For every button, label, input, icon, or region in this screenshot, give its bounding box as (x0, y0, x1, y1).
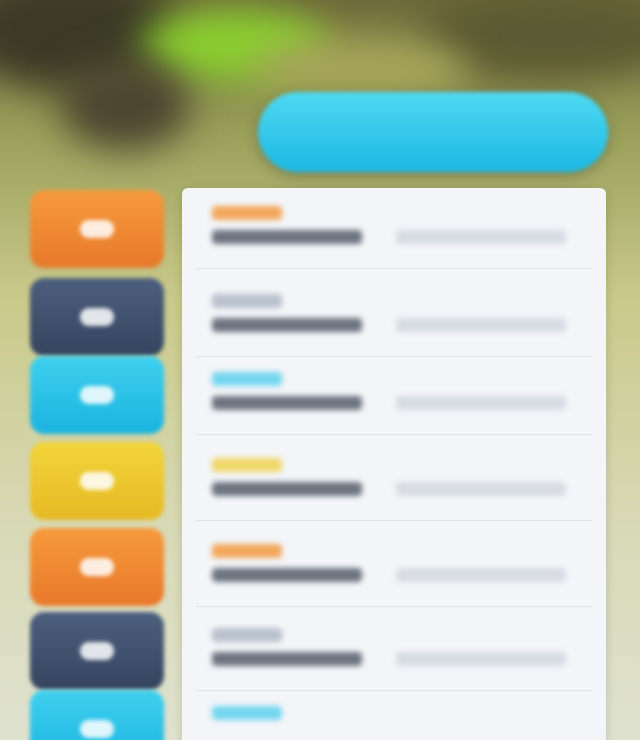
category-tile[interactable] (30, 278, 164, 356)
app-screen (0, 0, 640, 740)
item-text-blur (396, 318, 566, 332)
list-item[interactable] (196, 690, 592, 740)
list-row[interactable] (30, 190, 164, 268)
item-text-blur (396, 568, 566, 582)
item-text-blur (212, 482, 362, 496)
orange-tile-icon (80, 220, 114, 238)
item-accent (212, 628, 282, 642)
orange-tile-icon (80, 558, 114, 576)
item-text-blur (212, 230, 362, 244)
list-item[interactable] (196, 190, 592, 269)
background-blur (250, 40, 470, 100)
item-text-blur (212, 396, 362, 410)
list-row[interactable] (30, 356, 164, 434)
navy-tile-icon (80, 642, 114, 660)
item-accent (212, 544, 282, 558)
cyan-tile-icon (80, 386, 114, 404)
top-banner-button[interactable] (258, 92, 608, 172)
item-text-blur (396, 230, 566, 244)
category-tile[interactable] (30, 356, 164, 434)
item-text-blur (396, 652, 566, 666)
item-accent (212, 706, 282, 720)
item-text-blur (396, 396, 566, 410)
category-tile[interactable] (30, 190, 164, 268)
list-item[interactable] (196, 528, 592, 607)
cyan-tile-icon (80, 720, 114, 738)
item-text-blur (396, 482, 566, 496)
list-item[interactable] (196, 612, 592, 691)
category-tile[interactable] (30, 612, 164, 690)
category-tile[interactable] (30, 528, 164, 606)
list-item[interactable] (196, 442, 592, 521)
category-tile[interactable] (30, 690, 164, 740)
list-row[interactable] (30, 690, 164, 740)
list-row[interactable] (30, 278, 164, 356)
navy-tile-icon (80, 308, 114, 326)
item-accent (212, 458, 282, 472)
list-item[interactable] (196, 278, 592, 357)
list-row[interactable] (30, 442, 164, 520)
list-item[interactable] (196, 356, 592, 435)
item-accent (212, 206, 282, 220)
item-text-blur (212, 652, 362, 666)
item-accent (212, 294, 282, 308)
list-row[interactable] (30, 612, 164, 690)
background-blur (60, 60, 190, 150)
item-accent (212, 372, 282, 386)
yellow-tile-icon (80, 472, 114, 490)
list-row[interactable] (30, 528, 164, 606)
item-text-blur (212, 568, 362, 582)
item-text-blur (212, 318, 362, 332)
category-tile[interactable] (30, 442, 164, 520)
